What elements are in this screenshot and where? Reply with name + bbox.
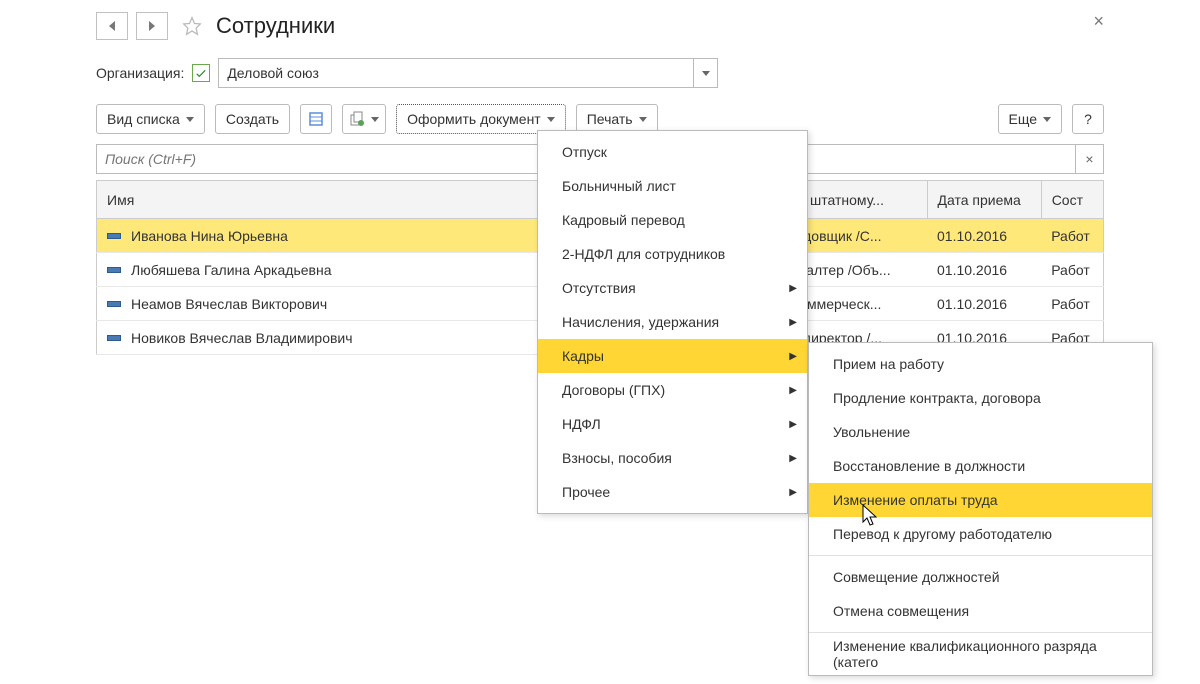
chevron-right-icon bbox=[149, 21, 155, 31]
view-list-button[interactable]: Вид списка bbox=[96, 104, 205, 134]
menu-item-hr[interactable]: Кадры▶ bbox=[538, 339, 807, 373]
row-card-icon bbox=[107, 233, 121, 239]
chevron-down-icon bbox=[186, 117, 194, 122]
submenu-item-combination[interactable]: Совмещение должностей bbox=[809, 560, 1152, 594]
submenu-item-dismissal[interactable]: Увольнение bbox=[809, 415, 1152, 449]
menu-item-2ndfl[interactable]: 2-НДФЛ для сотрудников bbox=[538, 237, 807, 271]
submenu-item-cancel-combination[interactable]: Отмена совмещения bbox=[809, 594, 1152, 628]
submenu-arrow-icon: ▶ bbox=[789, 385, 797, 396]
submenu-item-hire[interactable]: Прием на работу bbox=[809, 347, 1152, 381]
create-button[interactable]: Создать bbox=[215, 104, 290, 134]
col-header-hire-date[interactable]: Дата приема bbox=[927, 181, 1041, 219]
submenu-arrow-icon: ▶ bbox=[789, 453, 797, 464]
submenu-arrow-icon: ▶ bbox=[789, 487, 797, 498]
organization-select-arrow[interactable] bbox=[693, 59, 717, 87]
list-icon bbox=[308, 111, 324, 127]
more-button[interactable]: Еще bbox=[998, 104, 1063, 134]
hr-submenu: Прием на работу Продление контракта, дог… bbox=[808, 342, 1153, 676]
menu-item-contributions[interactable]: Взносы, пособия▶ bbox=[538, 441, 807, 475]
menu-item-ndfl[interactable]: НДФЛ▶ bbox=[538, 407, 807, 441]
submenu-arrow-icon: ▶ bbox=[789, 283, 797, 294]
menu-item-transfer[interactable]: Кадровый перевод bbox=[538, 203, 807, 237]
chevron-down-icon bbox=[639, 117, 647, 122]
menu-item-absences[interactable]: Отсутствия▶ bbox=[538, 271, 807, 305]
favorite-star-icon[interactable] bbox=[182, 16, 202, 36]
organization-label: Организация: bbox=[96, 65, 184, 81]
menu-item-accruals[interactable]: Начисления, удержания▶ bbox=[538, 305, 807, 339]
submenu-item-qualification-change[interactable]: Изменение квалификационного разряда (кат… bbox=[809, 637, 1152, 671]
menu-item-sick-leave[interactable]: Больничный лист bbox=[538, 169, 807, 203]
organization-checkbox[interactable] bbox=[192, 64, 210, 82]
chevron-down-icon bbox=[702, 71, 710, 76]
close-button[interactable]: × bbox=[1093, 12, 1104, 30]
organization-select[interactable]: Деловой союз bbox=[218, 58, 718, 88]
submenu-arrow-icon: ▶ bbox=[789, 351, 797, 362]
submenu-item-reinstatement[interactable]: Восстановление в должности bbox=[809, 449, 1152, 483]
submenu-item-transfer-employer[interactable]: Перевод к другому работодателю bbox=[809, 517, 1152, 551]
search-clear-button[interactable]: × bbox=[1076, 144, 1104, 174]
submenu-item-contract-extension[interactable]: Продление контракта, договора bbox=[809, 381, 1152, 415]
menu-separator bbox=[809, 555, 1152, 556]
chevron-left-icon bbox=[109, 21, 115, 31]
submenu-item-salary-change[interactable]: Изменение оплаты труда bbox=[809, 483, 1152, 517]
row-card-icon bbox=[107, 301, 121, 307]
row-card-icon bbox=[107, 267, 121, 273]
nav-back-button[interactable] bbox=[96, 12, 128, 40]
chevron-down-icon bbox=[1043, 117, 1051, 122]
copy-icon-button[interactable] bbox=[342, 104, 386, 134]
col-header-state[interactable]: Сост bbox=[1041, 181, 1103, 219]
page-title: Сотрудники bbox=[216, 13, 335, 39]
row-card-icon bbox=[107, 335, 121, 341]
organization-value: Деловой союз bbox=[219, 65, 693, 81]
menu-separator bbox=[809, 632, 1152, 633]
list-view-icon-button[interactable] bbox=[300, 104, 332, 134]
chevron-down-icon bbox=[371, 117, 379, 122]
chevron-down-icon bbox=[547, 117, 555, 122]
nav-forward-button[interactable] bbox=[136, 12, 168, 40]
submenu-arrow-icon: ▶ bbox=[789, 419, 797, 430]
check-icon bbox=[194, 66, 208, 80]
copy-icon bbox=[349, 111, 365, 127]
menu-item-other[interactable]: Прочее▶ bbox=[538, 475, 807, 509]
document-menu: Отпуск Больничный лист Кадровый перевод … bbox=[537, 130, 808, 514]
menu-item-vacation[interactable]: Отпуск bbox=[538, 135, 807, 169]
menu-item-contracts[interactable]: Договоры (ГПХ)▶ bbox=[538, 373, 807, 407]
help-button[interactable]: ? bbox=[1072, 104, 1104, 134]
submenu-arrow-icon: ▶ bbox=[789, 317, 797, 328]
